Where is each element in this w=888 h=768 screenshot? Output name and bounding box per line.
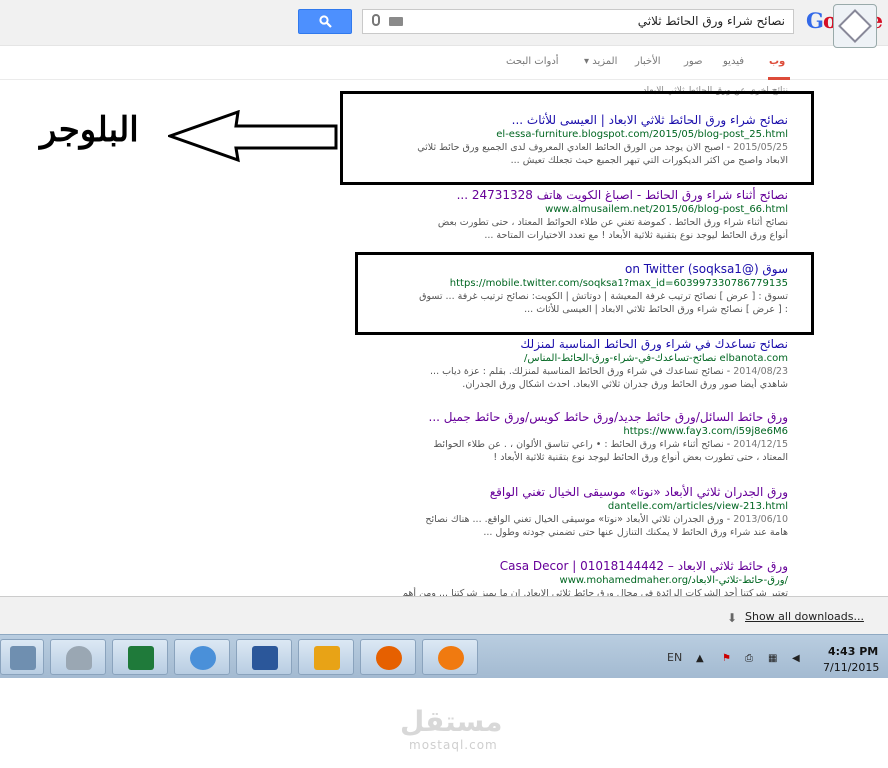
result-url[interactable]: www.almusailem.net/2015/06/blog-post_66.… [388, 203, 788, 216]
result-snippet-line-2: شاهدي أيضا صور ورق الحائط ورق جدران ثلاث… [462, 379, 788, 390]
highlight-box [340, 91, 814, 185]
result-url[interactable]: dantelle.com/articles/view-213.html [388, 500, 788, 513]
watermark-logo: مستقل [400, 705, 503, 738]
search-result: ورق حائط ثلاثي الابعاد – Casa Decor | 01… [388, 558, 788, 600]
search-input[interactable]: نصائح شراء ورق الحائط ثلاثي [362, 9, 794, 34]
taskbar-word-button[interactable] [236, 639, 292, 675]
result-snippet-line-2: المعتاد ، حتى تطورت بعض أنواع ورق الحائط… [493, 452, 788, 463]
search-result: ورق حائط السائل/ورق حائط جديد/ورق حائط ك… [388, 409, 788, 464]
search-result: نصائح أثناء شراء ورق الحائط - اصباغ الكو… [388, 187, 788, 242]
tab-web[interactable]: وب [769, 56, 785, 67]
result-url[interactable]: https://www.fay3.com/i59j8e6M6 [388, 425, 788, 438]
result-snippet-line-2: أنواع ورق الحائط ليوجد نوع بتقنية ثلاثية… [484, 230, 788, 241]
result-title-link[interactable]: نصائح أثناء شراء ورق الحائط - اصباغ الكو… [388, 187, 788, 203]
result-snippet-line: - ورق الجدران ثلاثي الأبعاد «نوتا» موسيق… [425, 514, 734, 525]
annotation-label: البلوجر [40, 110, 139, 150]
search-query-text: نصائح شراء ورق الحائط ثلاثي [637, 14, 785, 28]
keyboard-icon[interactable] [389, 17, 403, 26]
highlight-box [355, 252, 814, 335]
avast-icon [438, 646, 464, 670]
language-indicator[interactable]: EN [667, 651, 682, 664]
extension-icon[interactable] [833, 4, 877, 48]
result-title-link[interactable]: ورق حائط السائل/ورق حائط جديد/ورق حائط ك… [388, 409, 788, 425]
taskbar-avast-button[interactable] [422, 639, 478, 675]
result-date: 2013/06/10 [733, 514, 788, 525]
taskbar-network-button[interactable] [0, 639, 44, 675]
result-title-link[interactable]: ورق الجدران ثلاثي الأبعاد «نوتا» موسيقى … [388, 484, 788, 500]
taskbar-firefox-button[interactable] [360, 639, 416, 675]
result-snippet: نصائح أثناء شراء ورق الحائط . كموضة تغني… [437, 217, 788, 228]
show-all-downloads-link[interactable]: Show all downloads... [745, 610, 864, 623]
taskbar-recycle-button[interactable] [50, 639, 106, 675]
excel-icon [128, 646, 154, 670]
paint-icon [190, 646, 216, 670]
result-date: 2014/12/15 [733, 439, 788, 450]
word-icon [252, 646, 278, 670]
microphone-icon[interactable] [372, 14, 380, 26]
taskbar-excel-button[interactable] [112, 639, 168, 675]
result-date: 2014/08/23 [733, 366, 788, 377]
result-snippet-line-2: هامة عند شراء ورق الحائط لا يمكنك التناز… [483, 527, 788, 538]
firefox-icon [376, 646, 402, 670]
search-tabs: وب فيديو صور الأخبار المزيد ▾ أدوات البح… [0, 46, 888, 80]
taskbar-outlook-button[interactable] [298, 639, 354, 675]
network-icon [10, 646, 36, 670]
clock-date[interactable]: 7/11/2015 [823, 661, 879, 674]
result-url[interactable]: www.mohamedmaher.org/ورق-حائط-ثلاثي-الاب… [388, 574, 788, 587]
magnifier-icon [319, 15, 332, 28]
taskbar: EN ▲ ⚑ ⎙ ▦ ◀ 4:43 PM 7/11/2015 [0, 634, 888, 678]
clock-time[interactable]: 4:43 PM [828, 645, 878, 658]
search-result: ورق الجدران ثلاثي الأبعاد «نوتا» موسيقى … [388, 484, 788, 539]
result-title-link[interactable]: نصائح تساعدك في شراء ورق الحائط المناسبة… [388, 336, 788, 352]
search-button[interactable] [298, 9, 352, 34]
search-header: نصائح شراء ورق الحائط ثلاثي Google [0, 0, 888, 48]
recycle-bin-icon [66, 646, 92, 670]
result-url[interactable]: /نصائح-تساعدك-في-شراء-ورق-الحائط-المناس … [388, 352, 788, 365]
result-snippet: 2014/08/23 - نصائح تساعدك في شراء ورق ال… [388, 365, 788, 378]
annotation-arrow-icon [168, 110, 338, 163]
result-snippet-line: - نصائح تساعدك في شراء ورق الحائط المناس… [430, 366, 734, 377]
show-hidden-icons-icon[interactable]: ▲ [696, 653, 704, 664]
tab-video[interactable]: فيديو [723, 56, 744, 67]
printer-icon[interactable]: ⎙ [745, 653, 753, 664]
result-snippet-line: - نصائح أثناء شراء ورق الحائط : • راعي ت… [433, 439, 734, 450]
result-snippet: 2013/06/10 - ورق الجدران ثلاثي الأبعاد «… [388, 513, 788, 526]
active-tab-indicator [768, 77, 790, 80]
volume-icon[interactable]: ◀ [792, 653, 800, 664]
action-center-icon[interactable]: ⚑ [722, 653, 731, 664]
tab-more[interactable]: المزيد ▾ [584, 56, 617, 67]
downloads-bar: ⬇ Show all downloads... [0, 596, 888, 634]
tab-search-tools[interactable]: أدوات البحث [506, 56, 559, 67]
network-tray-icon[interactable]: ▦ [768, 653, 777, 664]
watermark-text: mostaql.com [409, 738, 498, 752]
logo-letter: G [806, 8, 824, 33]
taskbar-paint-button[interactable] [174, 639, 230, 675]
search-result: نصائح تساعدك في شراء ورق الحائط المناسبة… [388, 336, 788, 391]
download-arrow-icon: ⬇ [727, 611, 738, 625]
result-snippet: 2014/12/15 - نصائح أثناء شراء ورق الحائط… [388, 438, 788, 451]
tab-news[interactable]: الأخبار [635, 56, 661, 67]
outlook-icon [314, 646, 340, 670]
tab-images[interactable]: صور [684, 56, 703, 67]
result-title-link[interactable]: ورق حائط ثلاثي الابعاد – Casa Decor | 01… [388, 558, 788, 574]
